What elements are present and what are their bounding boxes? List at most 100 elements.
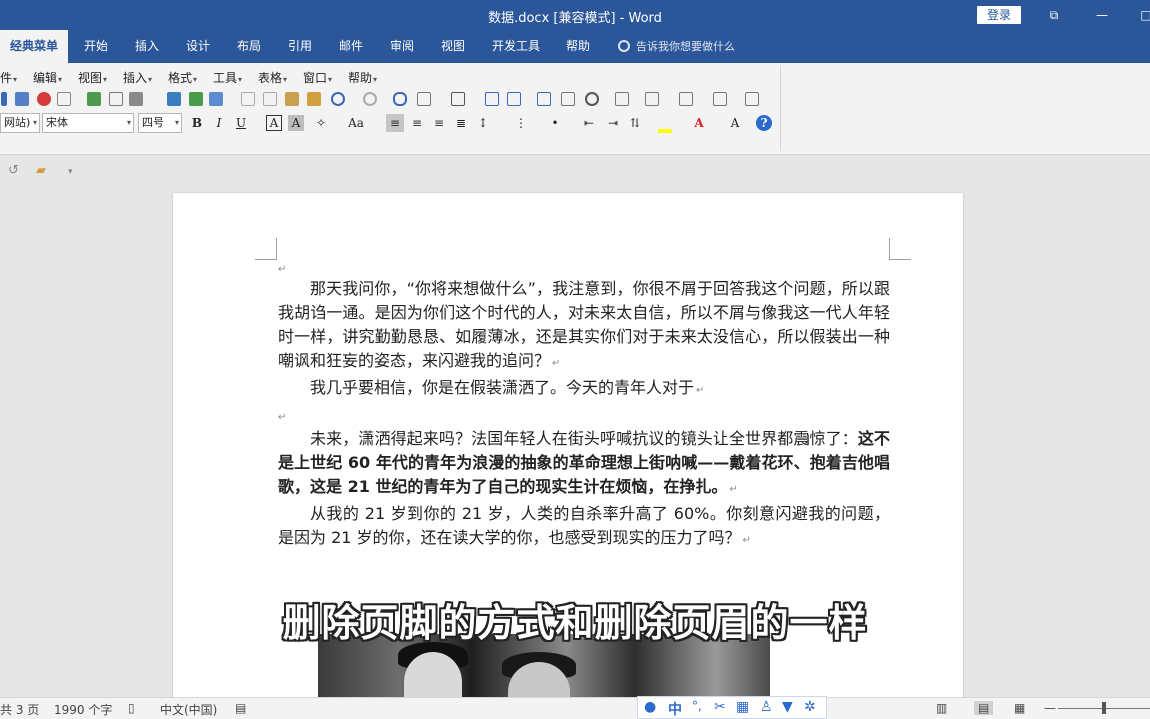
menu-view[interactable]: 视图▾ — [78, 69, 107, 86]
character-border-button[interactable]: A — [266, 115, 282, 131]
read-mode-icon[interactable]: ▥ — [936, 701, 947, 715]
folder-icon[interactable]: ▰ — [36, 163, 46, 178]
menu-tools[interactable]: 工具▾ — [213, 69, 242, 86]
zoom-slider-thumb[interactable] — [1102, 702, 1106, 714]
hyperlink-icon[interactable] — [392, 91, 408, 107]
undo-icon[interactable] — [330, 91, 346, 107]
empty-paragraph: ↵ — [278, 412, 287, 423]
menu-help[interactable]: 帮助▾ — [348, 69, 377, 86]
tab-mailings[interactable]: 邮件 — [339, 30, 363, 63]
redo-icon[interactable] — [362, 91, 378, 107]
align-center-icon[interactable]: ≡ — [408, 114, 426, 132]
ime-punctuation-toggle[interactable]: °, — [692, 699, 702, 713]
decrease-indent-icon[interactable]: ⇤ — [580, 114, 598, 132]
character-shading-button[interactable]: A — [288, 115, 304, 131]
print-preview-icon[interactable] — [108, 91, 124, 107]
reading-icon[interactable] — [614, 91, 630, 107]
font-name-combo[interactable]: 宋体 ▾ — [42, 113, 134, 133]
ime-logo-icon[interactable]: ● — [644, 699, 656, 715]
tab-insert[interactable]: 插入 — [135, 30, 159, 63]
language-indicator[interactable]: 中文(中国) — [160, 701, 217, 718]
copy-format-icon[interactable] — [56, 91, 72, 107]
line-spacing-icon[interactable]: ↕ — [474, 114, 492, 132]
zoom-icon[interactable] — [584, 91, 600, 107]
italic-button[interactable]: I — [210, 114, 228, 132]
ime-skin-icon[interactable]: ▼ — [782, 699, 793, 715]
open-file-icon[interactable] — [14, 91, 30, 107]
drawing-icon[interactable] — [506, 91, 522, 107]
increase-indent-icon[interactable]: ⇥ — [604, 114, 622, 132]
sort-icon[interactable]: ⇅ — [626, 114, 644, 132]
tables-borders-icon[interactable] — [416, 91, 432, 107]
font-size-grow-icon[interactable]: A — [726, 114, 744, 132]
underline-button[interactable]: U — [232, 114, 250, 132]
ime-mode-toggle[interactable]: 中 — [668, 699, 682, 719]
grammar-icon[interactable] — [188, 91, 204, 107]
help-button[interactable]: ? — [756, 115, 772, 131]
copy-icon[interactable] — [262, 91, 278, 107]
columns-icon[interactable] — [484, 91, 500, 107]
tab-review[interactable]: 审阅 — [390, 30, 414, 63]
customize-quick-access-icon[interactable]: ▾ — [68, 167, 73, 177]
tab-developer[interactable]: 开发工具 — [492, 30, 540, 63]
send-icon[interactable] — [712, 91, 728, 107]
tab-help[interactable]: 帮助 — [566, 30, 590, 63]
ime-scissors-icon[interactable]: ✂ — [714, 699, 726, 715]
highlight-icon[interactable] — [656, 114, 674, 133]
justify-icon[interactable]: ≣ — [452, 114, 470, 132]
document-body[interactable]: ↵ 那天我问你，“你将来想做什么”，我注意到，你很不屑于回答我这个问题，所以跟我… — [278, 263, 890, 553]
more-tools-icon[interactable] — [744, 91, 760, 107]
document-map-icon[interactable] — [536, 91, 552, 107]
tell-me-search[interactable]: 告诉我你想要做什么 — [618, 30, 735, 63]
macro-icon[interactable]: ▤ — [235, 701, 246, 715]
bullets-icon[interactable]: • — [546, 114, 564, 132]
tab-home[interactable]: 开始 — [84, 30, 108, 63]
minimize-button[interactable]: — — [1094, 7, 1110, 23]
tab-references[interactable]: 引用 — [288, 30, 312, 63]
word-count[interactable]: 1990 个字 — [54, 701, 112, 718]
show-marks-icon[interactable] — [560, 91, 576, 107]
text-effects-icon[interactable]: ✧ — [312, 114, 330, 132]
numbering-icon[interactable]: ⋮ — [512, 114, 530, 132]
refresh-icon[interactable]: ↺ — [8, 163, 19, 178]
menu-file[interactable]: 件▾ — [0, 69, 17, 86]
ribbon-display-options-icon[interactable]: ⧉ — [1046, 7, 1062, 23]
print-icon[interactable] — [128, 91, 144, 107]
tab-view[interactable]: 视图 — [441, 30, 465, 63]
close-document-icon[interactable] — [36, 91, 52, 107]
bold-button[interactable]: B — [188, 114, 206, 132]
spelling-icon[interactable] — [166, 91, 182, 107]
login-button[interactable]: 登录 — [977, 6, 1021, 24]
align-right-icon[interactable]: ≡ — [430, 114, 448, 132]
zoom-out-button[interactable]: — — [1044, 701, 1056, 715]
web-layout-icon[interactable]: ▦ — [1014, 701, 1025, 715]
tab-classic-menu[interactable]: 经典菜单 — [0, 30, 69, 63]
ime-keyboard-icon[interactable]: ▦ — [736, 699, 749, 715]
research-icon[interactable] — [208, 91, 224, 107]
tab-layout[interactable]: 布局 — [237, 30, 261, 63]
permission-icon[interactable] — [86, 91, 102, 107]
change-case-button[interactable]: Aa — [344, 114, 368, 132]
ime-settings-icon[interactable]: ✲ — [804, 699, 816, 715]
copy-doc-icon[interactable] — [678, 91, 694, 107]
tab-design[interactable]: 设计 — [186, 30, 210, 63]
menu-insert[interactable]: 插入▾ — [123, 69, 152, 86]
page-count[interactable]: 共 3 页 — [0, 701, 39, 718]
align-left-icon[interactable]: ≡ — [386, 114, 404, 132]
style-combo[interactable]: 网站) ▾ — [0, 113, 40, 133]
format-painter-icon[interactable] — [306, 91, 322, 107]
maximize-button[interactable]: □ — [1138, 7, 1150, 23]
proofing-icon[interactable]: ▯ — [128, 701, 135, 715]
comment-icon[interactable] — [644, 91, 660, 107]
menu-edit[interactable]: 编辑▾ — [33, 69, 62, 86]
paste-icon[interactable] — [284, 91, 300, 107]
cut-icon[interactable] — [240, 91, 256, 107]
menu-table[interactable]: 表格▾ — [258, 69, 287, 86]
font-color-icon[interactable]: A — [690, 114, 708, 132]
print-layout-icon[interactable]: ▤ — [974, 701, 994, 715]
menu-window[interactable]: 窗口▾ — [303, 69, 332, 86]
font-size-combo[interactable]: 四号 ▾ — [138, 113, 182, 133]
insert-table-icon[interactable] — [450, 91, 466, 107]
menu-format[interactable]: 格式▾ — [168, 69, 197, 86]
ime-user-icon[interactable]: ♙ — [760, 699, 773, 715]
